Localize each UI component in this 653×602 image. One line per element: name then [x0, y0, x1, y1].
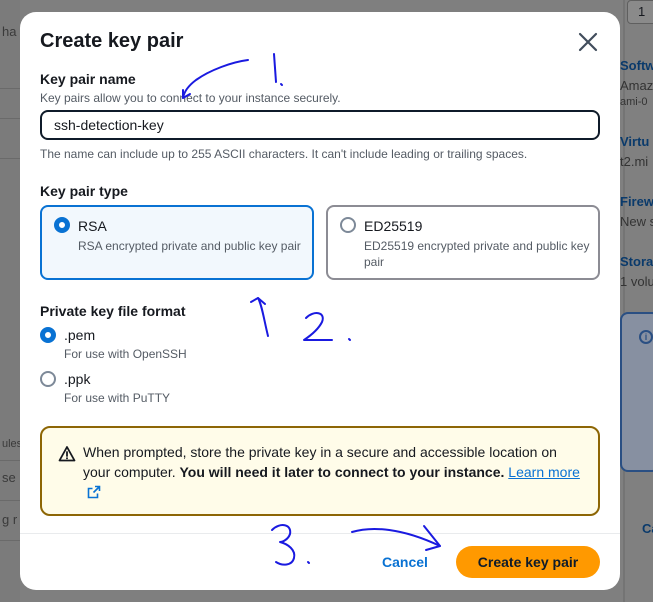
file-format-ppk[interactable]: .ppk: [64, 371, 90, 387]
footer-divider: [20, 533, 620, 534]
key-pair-name-label: Key pair name: [40, 71, 136, 87]
bg-text-fragment: 1 volu: [620, 274, 653, 289]
bg-divider: [0, 88, 20, 89]
background-page-left: ha ules se g r: [0, 0, 22, 602]
radio-selected-icon[interactable]: [54, 217, 70, 233]
create-key-pair-dialog: Create key pair Key pair name Key pairs …: [20, 12, 620, 590]
external-link-icon: [87, 485, 101, 499]
bg-text-fragment: Softw: [620, 58, 653, 73]
key-type-description: ED25519 encrypted private and public key…: [364, 239, 590, 269]
bg-text-fragment: Ca: [642, 521, 653, 536]
warning-icon: [58, 446, 76, 462]
file-format-pem-description: For use with OpenSSH: [64, 347, 187, 361]
key-pair-name-constraint: The name can include up to 255 ASCII cha…: [40, 147, 528, 161]
bg-divider: [0, 158, 20, 159]
bg-text-fragment: ami-0: [620, 96, 648, 108]
cancel-button[interactable]: Cancel: [370, 550, 440, 574]
radio-unselected-icon[interactable]: [340, 217, 356, 233]
bg-text-fragment: Amaz: [620, 78, 653, 93]
close-icon[interactable]: [576, 30, 600, 54]
key-pair-name-description: Key pairs allow you to connect to your i…: [40, 91, 341, 105]
create-key-pair-button[interactable]: Create key pair: [456, 546, 600, 578]
bg-text-fragment: New s: [620, 214, 653, 229]
bg-divider: [0, 500, 20, 501]
bg-divider: [0, 540, 20, 541]
key-type-option-rsa[interactable]: RSA RSA encrypted private and public key…: [40, 205, 314, 280]
bg-text-fragment: Stora: [620, 254, 653, 269]
bg-text-fragment: g r: [2, 512, 18, 527]
bg-info-box: i: [620, 312, 653, 472]
radio-ppk-unselected-icon[interactable]: [40, 371, 56, 387]
bg-text-fragment: t2.mi: [620, 154, 649, 169]
warning-message: When prompted, store the private key in …: [83, 442, 583, 502]
file-format-label: Private key file format: [40, 303, 186, 319]
key-pair-name-input[interactable]: [40, 110, 600, 140]
bg-divider: [0, 118, 20, 119]
bg-text-fragment: Virtu: [620, 134, 650, 149]
bg-text-fragment: Firew: [620, 194, 653, 209]
file-format-ppk-description: For use with PuTTY: [64, 391, 171, 405]
warning-bold-text: You will need it later to connect to you…: [179, 464, 505, 480]
dialog-title: Create key pair: [40, 30, 184, 52]
bg-count-box: 1: [627, 0, 653, 24]
radio-pem-selected-icon[interactable]: [40, 327, 56, 343]
key-type-option-ed25519[interactable]: ED25519 ED25519 encrypted private and pu…: [326, 205, 600, 280]
bg-text-fragment: se: [2, 470, 16, 485]
bg-divider: [0, 460, 20, 461]
info-icon: i: [639, 330, 653, 344]
key-type-name: ED25519: [364, 218, 423, 234]
key-type-name: RSA: [78, 218, 107, 234]
key-pair-type-label: Key pair type: [40, 183, 128, 199]
background-page-right: 1 Softw Amaz ami-0 Virtu t2.mi Firew New…: [620, 0, 653, 602]
warning-alert: When prompted, store the private key in …: [40, 426, 600, 516]
file-format-pem[interactable]: .pem: [64, 327, 95, 343]
bg-text-fragment: ha: [2, 24, 17, 39]
key-type-description: RSA encrypted private and public key pai…: [78, 239, 301, 253]
